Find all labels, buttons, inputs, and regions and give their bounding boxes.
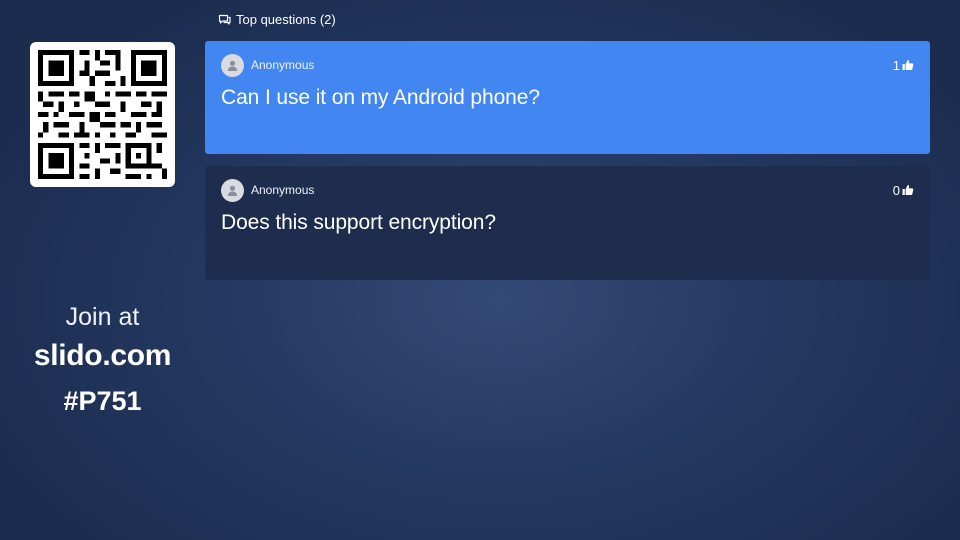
question-card[interactable]: Anonymous 0 Does this support encryption… [205,166,930,280]
qr-code-icon [38,50,167,179]
question-author: Anonymous [251,183,315,197]
thumbs-up-icon [902,60,914,70]
vote-count: 1 [892,57,900,73]
join-domain[interactable]: slido.com [0,339,205,373]
join-prefix: Join at [65,303,140,331]
vote-count: 0 [892,182,900,198]
like-button[interactable]: 0 [893,183,914,198]
event-code: #P751 [63,386,142,416]
qr-code [30,42,175,187]
like-button[interactable]: 1 [893,58,914,73]
question-card[interactable]: Anonymous 1 Can I use it on my Android p… [205,41,930,154]
user-avatar-icon [221,53,244,77]
section-header: Top questions (2) [218,12,336,27]
question-text: Can I use it on my Android phone? [221,86,540,109]
question-text: Does this support encryption? [221,211,496,234]
comments-icon [218,14,231,25]
thumbs-up-icon [902,185,914,195]
user-avatar-icon [221,178,244,202]
section-title: Top questions (2) [236,12,336,27]
question-author: Anonymous [251,58,315,72]
